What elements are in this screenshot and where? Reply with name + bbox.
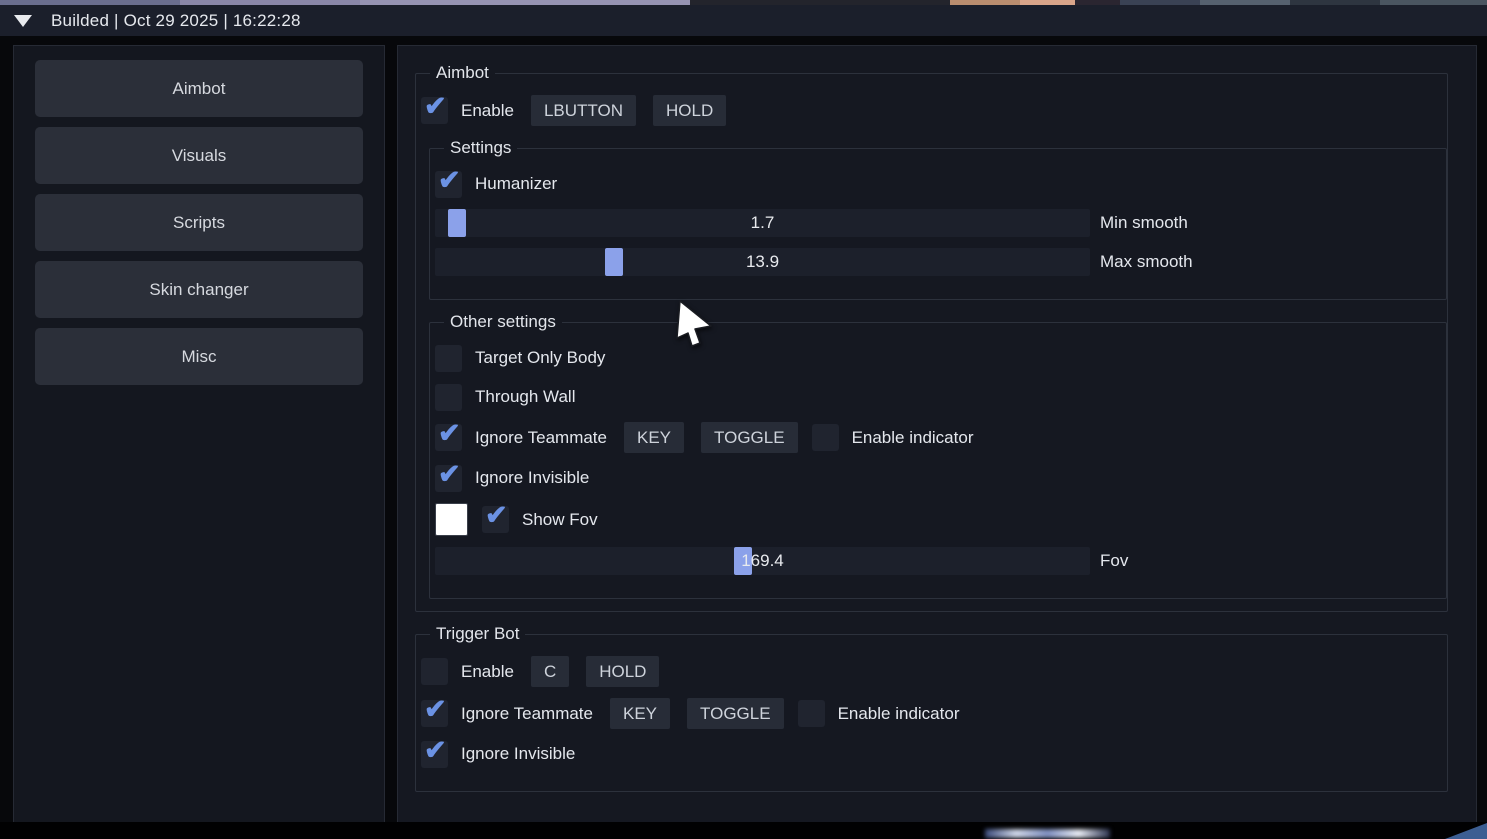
sidebar-item-scripts[interactable]: Scripts bbox=[35, 194, 363, 251]
titlebar: Builded | Oct 29 2025 | 16:22:28 bbox=[0, 5, 1487, 36]
fov-color-swatch[interactable] bbox=[435, 503, 468, 536]
target-only-body-checkbox[interactable]: ✔ bbox=[435, 345, 462, 372]
trigger-ignore-teammate-keybind-button[interactable]: KEY bbox=[610, 698, 670, 729]
trigger-enable-indicator-label: Enable indicator bbox=[838, 704, 960, 724]
aimbot-enable-label: Enable bbox=[461, 101, 514, 121]
fov-value: 169.4 bbox=[435, 547, 1090, 575]
trigger-enable-checkbox[interactable]: ✔ bbox=[421, 658, 448, 685]
triggerbot-group-legend: Trigger Bot bbox=[430, 624, 525, 644]
trigger-enable-indicator-checkbox[interactable]: ✔ bbox=[798, 700, 825, 727]
min-smooth-row: 1.7 Min smooth bbox=[435, 209, 1446, 237]
trigger-enable-label: Enable bbox=[461, 662, 514, 682]
trigger-ignore-invisible-checkbox[interactable]: ✔ bbox=[421, 741, 448, 768]
min-smooth-value: 1.7 bbox=[435, 209, 1090, 237]
settings-group-legend: Settings bbox=[444, 138, 517, 158]
aimbot-ignore-invisible-checkbox[interactable]: ✔ bbox=[435, 465, 462, 492]
aimbot-enable-indicator-label: Enable indicator bbox=[852, 428, 974, 448]
aimbot-keymode-button[interactable]: HOLD bbox=[653, 95, 726, 126]
trigger-keymode-button[interactable]: HOLD bbox=[586, 656, 659, 687]
aimbot-ignore-teammate-label: Ignore Teammate bbox=[475, 428, 607, 448]
through-wall-row: ✔ Through Wall bbox=[435, 383, 1446, 411]
settings-group: Settings ✔ Humanizer 1.7 Min smooth bbox=[429, 138, 1447, 300]
game-pixels bbox=[985, 829, 1110, 838]
sidebar-item-visuals[interactable]: Visuals bbox=[35, 127, 363, 184]
trigger-ignore-invisible-label: Ignore Invisible bbox=[461, 744, 575, 764]
aimbot-ignore-invisible-label: Ignore Invisible bbox=[475, 468, 589, 488]
trigger-ignore-teammate-row: ✔ Ignore Teammate KEY TOGGLE ✔ Enable in… bbox=[421, 698, 1447, 729]
target-only-body-label: Target Only Body bbox=[475, 348, 605, 368]
fov-slider-handle[interactable] bbox=[734, 547, 752, 575]
trigger-ignore-teammate-label: Ignore Teammate bbox=[461, 704, 593, 724]
check-icon: ✔ bbox=[438, 164, 461, 196]
sidebar-item-aimbot[interactable]: Aimbot bbox=[35, 60, 363, 117]
sidebar-item-misc[interactable]: Misc bbox=[35, 328, 363, 385]
min-smooth-slider-handle[interactable] bbox=[448, 209, 466, 237]
trigger-ignore-teammate-keymode-button[interactable]: TOGGLE bbox=[687, 698, 784, 729]
window-title: Builded | Oct 29 2025 | 16:22:28 bbox=[51, 11, 301, 31]
aimbot-group: Aimbot ✔ Enable LBUTTON HOLD Settings ✔ … bbox=[415, 63, 1448, 612]
max-smooth-row: 13.9 Max smooth bbox=[435, 248, 1446, 276]
max-smooth-slider-handle[interactable] bbox=[605, 248, 623, 276]
check-icon: ✔ bbox=[485, 499, 508, 531]
check-icon: ✔ bbox=[424, 693, 447, 725]
mouse-cursor-icon bbox=[670, 298, 714, 350]
humanizer-row: ✔ Humanizer bbox=[435, 170, 1446, 198]
other-settings-group-legend: Other settings bbox=[444, 312, 562, 332]
min-smooth-slider[interactable]: 1.7 bbox=[435, 209, 1090, 237]
aimbot-ignore-teammate-checkbox[interactable]: ✔ bbox=[435, 424, 462, 451]
min-smooth-label: Min smooth bbox=[1100, 213, 1188, 233]
check-icon: ✔ bbox=[438, 458, 461, 490]
main-panel: Aimbot ✔ Enable LBUTTON HOLD Settings ✔ … bbox=[397, 45, 1477, 824]
show-fov-label: Show Fov bbox=[522, 510, 598, 530]
show-fov-checkbox[interactable]: ✔ bbox=[482, 506, 509, 533]
game-background-bottom bbox=[0, 822, 1487, 839]
other-settings-group: Other settings ✔ Target Only Body ✔ Thro… bbox=[429, 312, 1447, 599]
through-wall-label: Through Wall bbox=[475, 387, 575, 407]
aimbot-ignore-teammate-keybind-button[interactable]: KEY bbox=[624, 422, 684, 453]
check-icon: ✔ bbox=[438, 417, 461, 449]
aimbot-group-legend: Aimbot bbox=[430, 63, 495, 83]
trigger-enable-row: ✔ Enable C HOLD bbox=[421, 656, 1447, 687]
fov-slider[interactable]: 169.4 bbox=[435, 547, 1090, 575]
max-smooth-slider[interactable]: 13.9 bbox=[435, 248, 1090, 276]
aimbot-enable-indicator-checkbox[interactable]: ✔ bbox=[812, 424, 839, 451]
max-smooth-label: Max smooth bbox=[1100, 252, 1193, 272]
aimbot-ignore-teammate-row: ✔ Ignore Teammate KEY TOGGLE ✔ Enable in… bbox=[435, 422, 1446, 453]
sidebar: Aimbot Visuals Scripts Skin changer Misc bbox=[13, 45, 385, 824]
max-smooth-value: 13.9 bbox=[435, 248, 1090, 276]
through-wall-checkbox[interactable]: ✔ bbox=[435, 384, 462, 411]
aimbot-ignore-teammate-keymode-button[interactable]: TOGGLE bbox=[701, 422, 798, 453]
fov-label: Fov bbox=[1100, 551, 1128, 571]
show-fov-row: ✔ Show Fov bbox=[435, 503, 1446, 536]
aimbot-ignore-invisible-row: ✔ Ignore Invisible bbox=[435, 464, 1446, 492]
game-corner-triangle bbox=[1445, 823, 1487, 839]
screen: Builded | Oct 29 2025 | 16:22:28 Aimbot … bbox=[0, 0, 1487, 839]
aimbot-enable-row: ✔ Enable LBUTTON HOLD bbox=[421, 95, 1447, 126]
aimbot-enable-checkbox[interactable]: ✔ bbox=[421, 97, 448, 124]
collapse-triangle-icon[interactable] bbox=[14, 15, 32, 27]
trigger-ignore-teammate-checkbox[interactable]: ✔ bbox=[421, 700, 448, 727]
humanizer-checkbox[interactable]: ✔ bbox=[435, 171, 462, 198]
humanizer-label: Humanizer bbox=[475, 174, 557, 194]
fov-row: 169.4 Fov bbox=[435, 547, 1446, 575]
aimbot-keybind-button[interactable]: LBUTTON bbox=[531, 95, 636, 126]
target-only-body-row: ✔ Target Only Body bbox=[435, 344, 1446, 372]
check-icon: ✔ bbox=[424, 734, 447, 766]
trigger-keybind-button[interactable]: C bbox=[531, 656, 569, 687]
sidebar-item-skin-changer[interactable]: Skin changer bbox=[35, 261, 363, 318]
trigger-ignore-invisible-row: ✔ Ignore Invisible bbox=[421, 740, 1447, 768]
triggerbot-group: Trigger Bot ✔ Enable C HOLD ✔ Ignore Tea… bbox=[415, 624, 1448, 792]
check-icon: ✔ bbox=[424, 90, 447, 122]
